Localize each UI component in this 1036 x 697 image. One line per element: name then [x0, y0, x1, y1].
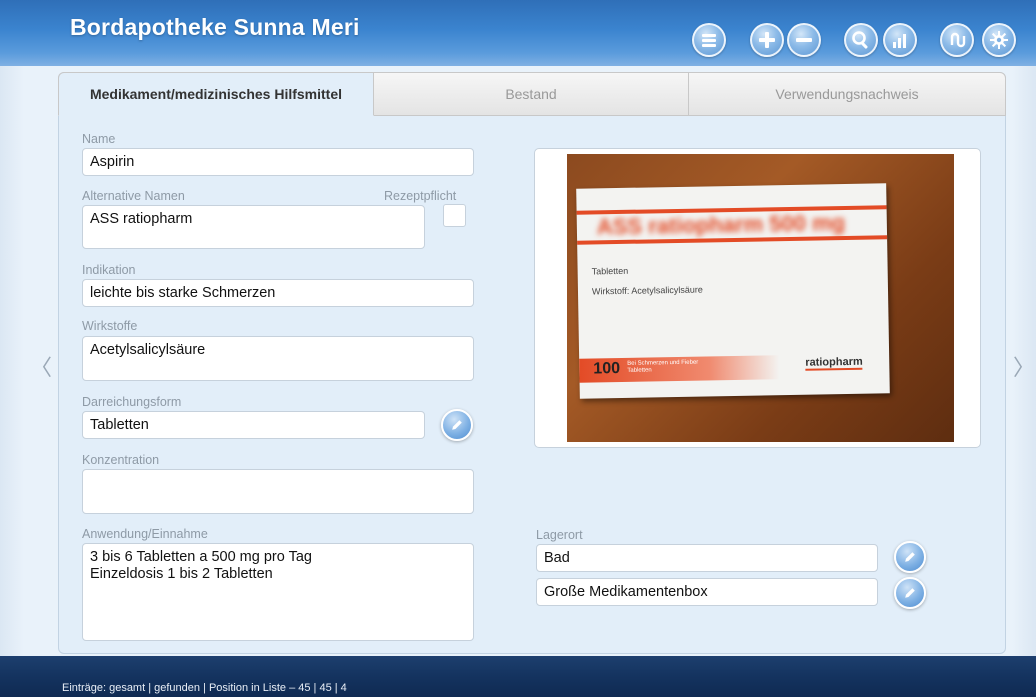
- edit-storage-container-button[interactable]: [894, 577, 926, 609]
- pencil-icon: [905, 588, 915, 598]
- previous-record-arrow[interactable]: 〈: [30, 350, 52, 382]
- pencil-icon: [905, 552, 915, 562]
- concentration-label: Konzentration: [82, 453, 160, 467]
- medication-photo: ASS ratiopharm 500 mg Tabletten Wirkstof…: [567, 154, 954, 442]
- medication-photo-frame[interactable]: ASS ratiopharm 500 mg Tabletten Wirkstof…: [534, 148, 981, 448]
- list-icon[interactable]: [692, 23, 726, 57]
- edit-dosage-form-button[interactable]: [441, 409, 473, 441]
- dosage-form-field[interactable]: Tabletten: [82, 411, 425, 439]
- tab-verwendungsnachweis[interactable]: Verwendungsnachweis: [688, 72, 1006, 116]
- ingredients-label: Wirkstoffe: [82, 319, 138, 333]
- indication-field[interactable]: leichte bis starke Schmerzen: [82, 279, 474, 307]
- storage-label: Lagerort: [536, 528, 583, 542]
- pencil-icon: [452, 420, 462, 430]
- prescription-label: Rezeptpflicht: [384, 189, 457, 203]
- next-record-arrow[interactable]: 〉: [1013, 350, 1035, 382]
- usage-field[interactable]: 3 bis 6 Tabletten a 500 mg pro Tag Einze…: [82, 543, 474, 641]
- ingredients-field[interactable]: Acetylsalicylsäure: [82, 336, 474, 381]
- tab-medikament[interactable]: Medikament/medizinisches Hilfsmittel: [58, 72, 374, 116]
- chart-icon[interactable]: [883, 23, 917, 57]
- left-margin: [0, 66, 24, 656]
- edit-storage-location-button[interactable]: [894, 541, 926, 573]
- alternative-names-field[interactable]: ASS ratiopharm: [82, 205, 425, 249]
- name-field[interactable]: Aspirin: [82, 148, 474, 176]
- search-icon[interactable]: [844, 23, 878, 57]
- plus-icon[interactable]: [750, 23, 784, 57]
- sync-icon[interactable]: [940, 23, 974, 57]
- usage-label: Anwendung/Einnahme: [82, 527, 208, 541]
- alternative-names-label: Alternative Namen: [82, 189, 185, 203]
- minus-icon[interactable]: [787, 23, 821, 57]
- storage-container-field[interactable]: Große Medikamentenbox: [536, 578, 878, 606]
- storage-location-field[interactable]: Bad: [536, 544, 878, 572]
- dosage-form-label: Darreichungsform: [82, 395, 182, 409]
- name-label: Name: [82, 132, 116, 146]
- app-title: Bordapotheke Sunna Meri: [70, 14, 360, 40]
- status-text: Einträge: gesamt | gefunden | Position i…: [62, 682, 347, 694]
- gear-icon[interactable]: [982, 23, 1016, 57]
- medication-package: ASS ratiopharm 500 mg Tabletten Wirkstof…: [576, 183, 890, 399]
- tab-bestand[interactable]: Bestand: [373, 72, 689, 116]
- concentration-field[interactable]: [82, 469, 474, 514]
- indication-label: Indikation: [82, 263, 136, 277]
- prescription-checkbox[interactable]: [443, 204, 466, 227]
